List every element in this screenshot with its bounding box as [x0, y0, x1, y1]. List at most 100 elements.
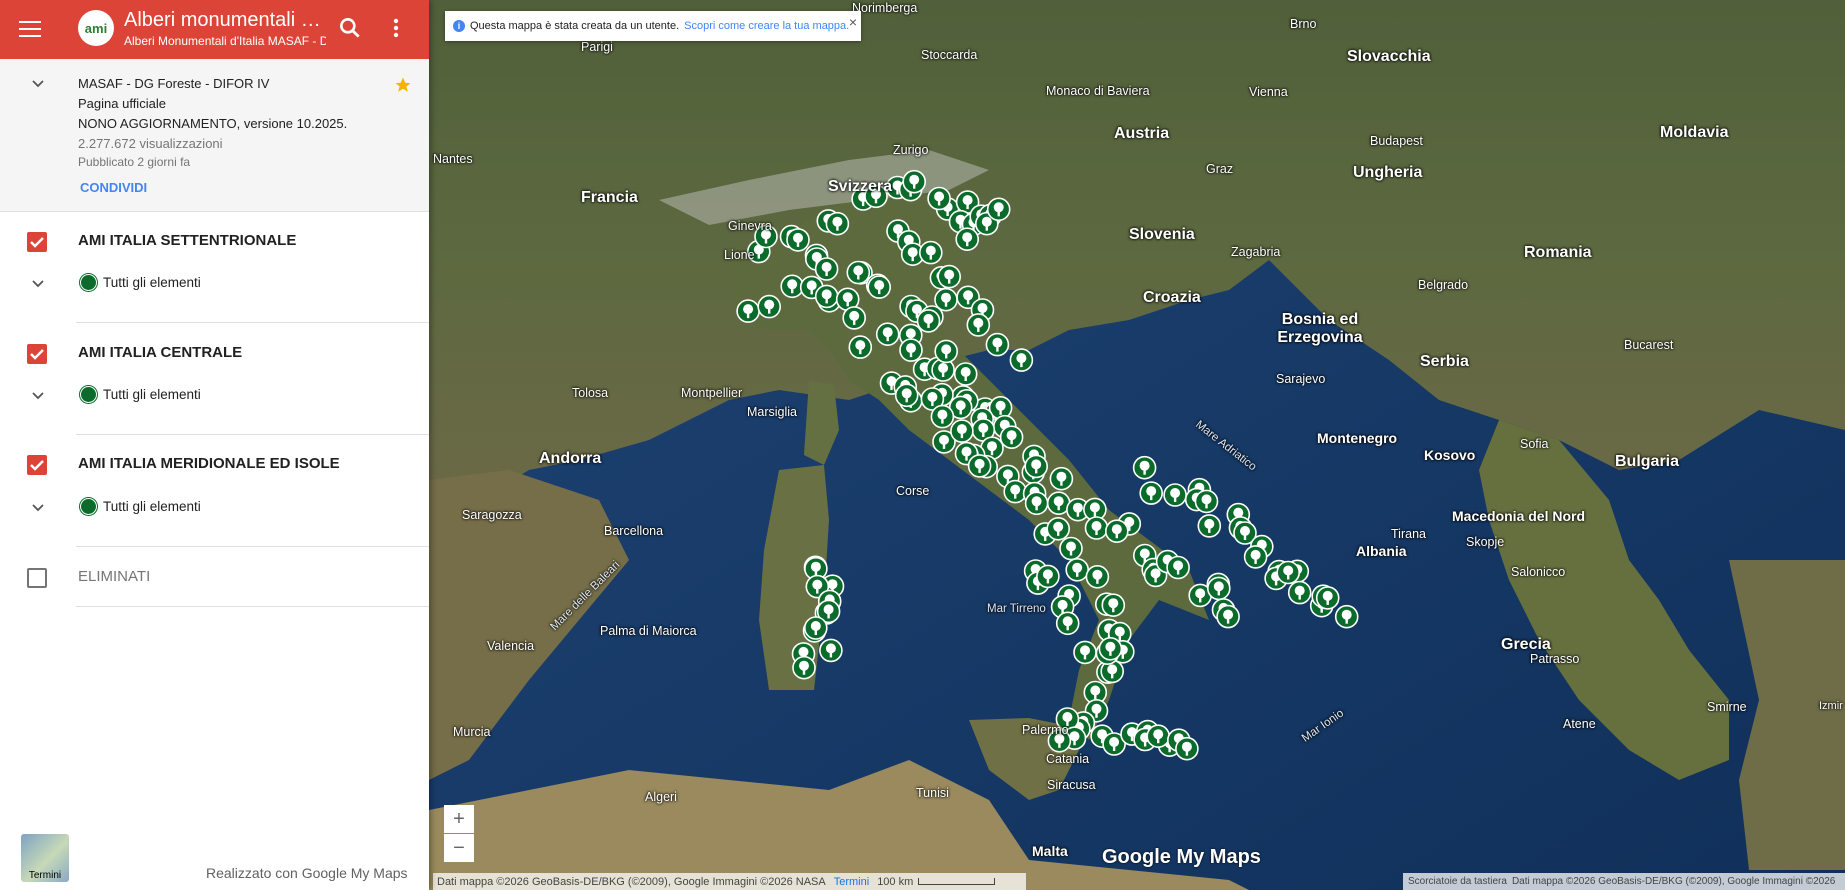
chevron-down-icon[interactable] [30, 388, 46, 404]
star-icon[interactable] [394, 76, 412, 94]
tree-marker-icon[interactable] [736, 299, 760, 323]
tree-marker-icon[interactable] [967, 454, 992, 478]
tree-marker-icon[interactable] [814, 284, 839, 309]
tree-marker-icon[interactable] [985, 332, 1010, 357]
tree-marker-icon[interactable] [966, 313, 991, 337]
tree-marker-icon[interactable] [953, 362, 978, 386]
zoom-in-button[interactable]: + [444, 805, 474, 833]
layer-checkbox-settentrionale[interactable] [27, 232, 47, 252]
tree-marker-icon[interactable] [1206, 576, 1231, 601]
tree-marker-icon[interactable] [792, 655, 816, 680]
tree-marker-icon[interactable] [1276, 560, 1301, 585]
chevron-down-icon[interactable] [30, 76, 46, 92]
chevron-down-icon[interactable] [30, 276, 46, 292]
keyboard-shortcuts-link[interactable]: Scorciatoie da tastiera [1408, 876, 1507, 887]
tree-marker-icon[interactable] [1163, 483, 1187, 507]
map-label-city: Izmir [1819, 700, 1843, 712]
tree-marker-icon[interactable] [1084, 516, 1109, 540]
tree-marker-icon[interactable] [819, 638, 843, 663]
learn-more-link[interactable]: Scopri come creare la tua mappa. [684, 20, 849, 32]
map-label-country: Bosnia ed Erzegovina [1277, 311, 1363, 346]
layer-item-all[interactable]: Tutti gli elementi [80, 274, 201, 291]
tree-marker-icon[interactable] [950, 419, 974, 443]
share-button[interactable]: CONDIVIDI [80, 180, 147, 195]
tree-marker-icon[interactable] [1197, 514, 1222, 538]
tree-marker-icon[interactable] [1243, 545, 1268, 569]
layer-item-label: Tutti gli elementi [103, 387, 201, 402]
map-label-city: Palma di Maiorca [600, 624, 697, 638]
map-label-city: Graz [1206, 162, 1234, 176]
basemap-thumbnail[interactable]: Termini [21, 834, 69, 882]
tree-marker-icon[interactable] [1104, 519, 1129, 544]
tree-marker-icon[interactable] [1216, 604, 1240, 629]
tree-marker-icon[interactable] [1175, 736, 1199, 761]
close-icon[interactable]: × [849, 14, 857, 30]
more-options-icon[interactable] [386, 15, 406, 41]
tree-marker-icon[interactable] [786, 228, 810, 252]
tree-marker-icon[interactable] [934, 287, 958, 312]
map-label-city: Saragozza [462, 508, 522, 522]
tree-marker-icon[interactable] [848, 335, 873, 359]
tree-marker-icon[interactable] [867, 275, 892, 299]
tree-marker-icon[interactable] [1146, 724, 1171, 749]
tree-marker-icon[interactable] [803, 616, 828, 640]
tree-marker-icon[interactable] [846, 260, 871, 285]
tree-marker-icon[interactable] [918, 240, 943, 265]
tree-marker-icon[interactable] [894, 383, 919, 408]
tree-marker-icon[interactable] [1003, 479, 1028, 504]
app-header: ami Alberi monumentali d'... Alberi Monu… [0, 0, 429, 59]
map-label-city: Norimberga [852, 1, 918, 15]
tree-marker-icon[interactable] [916, 309, 941, 333]
tree-marker-icon[interactable] [842, 306, 867, 330]
map-label-city: Tirana [1391, 527, 1426, 541]
tree-marker-icon[interactable] [1024, 491, 1049, 516]
tree-marker-icon[interactable] [1085, 564, 1110, 589]
zoom-out-button[interactable]: − [444, 834, 474, 862]
tree-marker-icon[interactable] [1287, 580, 1312, 605]
tree-marker-icon[interactable] [899, 338, 923, 362]
map-canvas[interactable]: Norimberga Stoccarda Parigi Monaco di Ba… [429, 0, 1845, 890]
tree-marker-icon[interactable] [1036, 564, 1060, 589]
layer-item-all[interactable]: Tutti gli elementi [80, 498, 201, 515]
tree-marker-icon[interactable] [1046, 516, 1071, 541]
search-icon[interactable] [337, 15, 363, 41]
tree-marker-icon[interactable] [999, 425, 1024, 450]
tree-marker-icon[interactable] [1059, 536, 1083, 561]
notice-text: Questa mappa è stata creata da un utente… [470, 20, 680, 32]
tree-marker-icon[interactable] [934, 339, 959, 364]
chevron-down-icon[interactable] [30, 500, 46, 516]
tree-marker-icon[interactable] [1065, 557, 1090, 582]
tree-marker-icon[interactable] [1098, 636, 1123, 661]
tree-marker-icon[interactable] [757, 294, 782, 319]
tree-marker-icon[interactable] [1024, 454, 1049, 479]
tree-marker-icon[interactable] [1194, 489, 1219, 514]
tree-marker-icon[interactable] [937, 264, 962, 289]
layer-checkbox-eliminati[interactable] [27, 568, 47, 588]
menu-button[interactable] [18, 16, 42, 40]
tree-marker-icon[interactable] [780, 274, 805, 299]
tree-marker-icon[interactable] [902, 169, 927, 194]
tree-marker-icon[interactable] [930, 404, 955, 429]
sidebar: ami Alberi monumentali d'... Alberi Monu… [0, 0, 429, 890]
tree-marker-icon[interactable] [1132, 455, 1157, 480]
tree-marker-icon[interactable] [955, 227, 980, 251]
tree-marker-icon[interactable] [825, 211, 850, 236]
tree-marker-icon[interactable] [1009, 348, 1034, 372]
tree-marker-icon[interactable] [1334, 604, 1359, 629]
tree-marker-icon[interactable] [927, 186, 951, 211]
terms-link[interactable]: Termini [834, 876, 869, 888]
layer-item-all[interactable]: Tutti gli elementi [80, 386, 201, 403]
tree-marker-icon[interactable] [1049, 466, 1074, 491]
tree-marker-icon[interactable] [1055, 611, 1080, 636]
tree-marker-icon[interactable] [986, 197, 1011, 222]
tree-marker-icon[interactable] [1166, 555, 1190, 580]
map-info-panel: MASAF - DG Foreste - DIFOR IV Pagina uff… [0, 59, 429, 212]
tree-marker-icon[interactable] [814, 257, 839, 281]
tree-marker-icon[interactable] [875, 322, 900, 347]
layer-checkbox-meridionale[interactable] [27, 455, 47, 475]
tree-marker-icon[interactable] [1101, 593, 1126, 618]
layer-checkbox-centrale[interactable] [27, 344, 47, 364]
tree-marker-icon[interactable] [1073, 640, 1097, 665]
tree-marker-icon[interactable] [1315, 586, 1340, 610]
tree-marker-icon[interactable] [1139, 481, 1164, 505]
